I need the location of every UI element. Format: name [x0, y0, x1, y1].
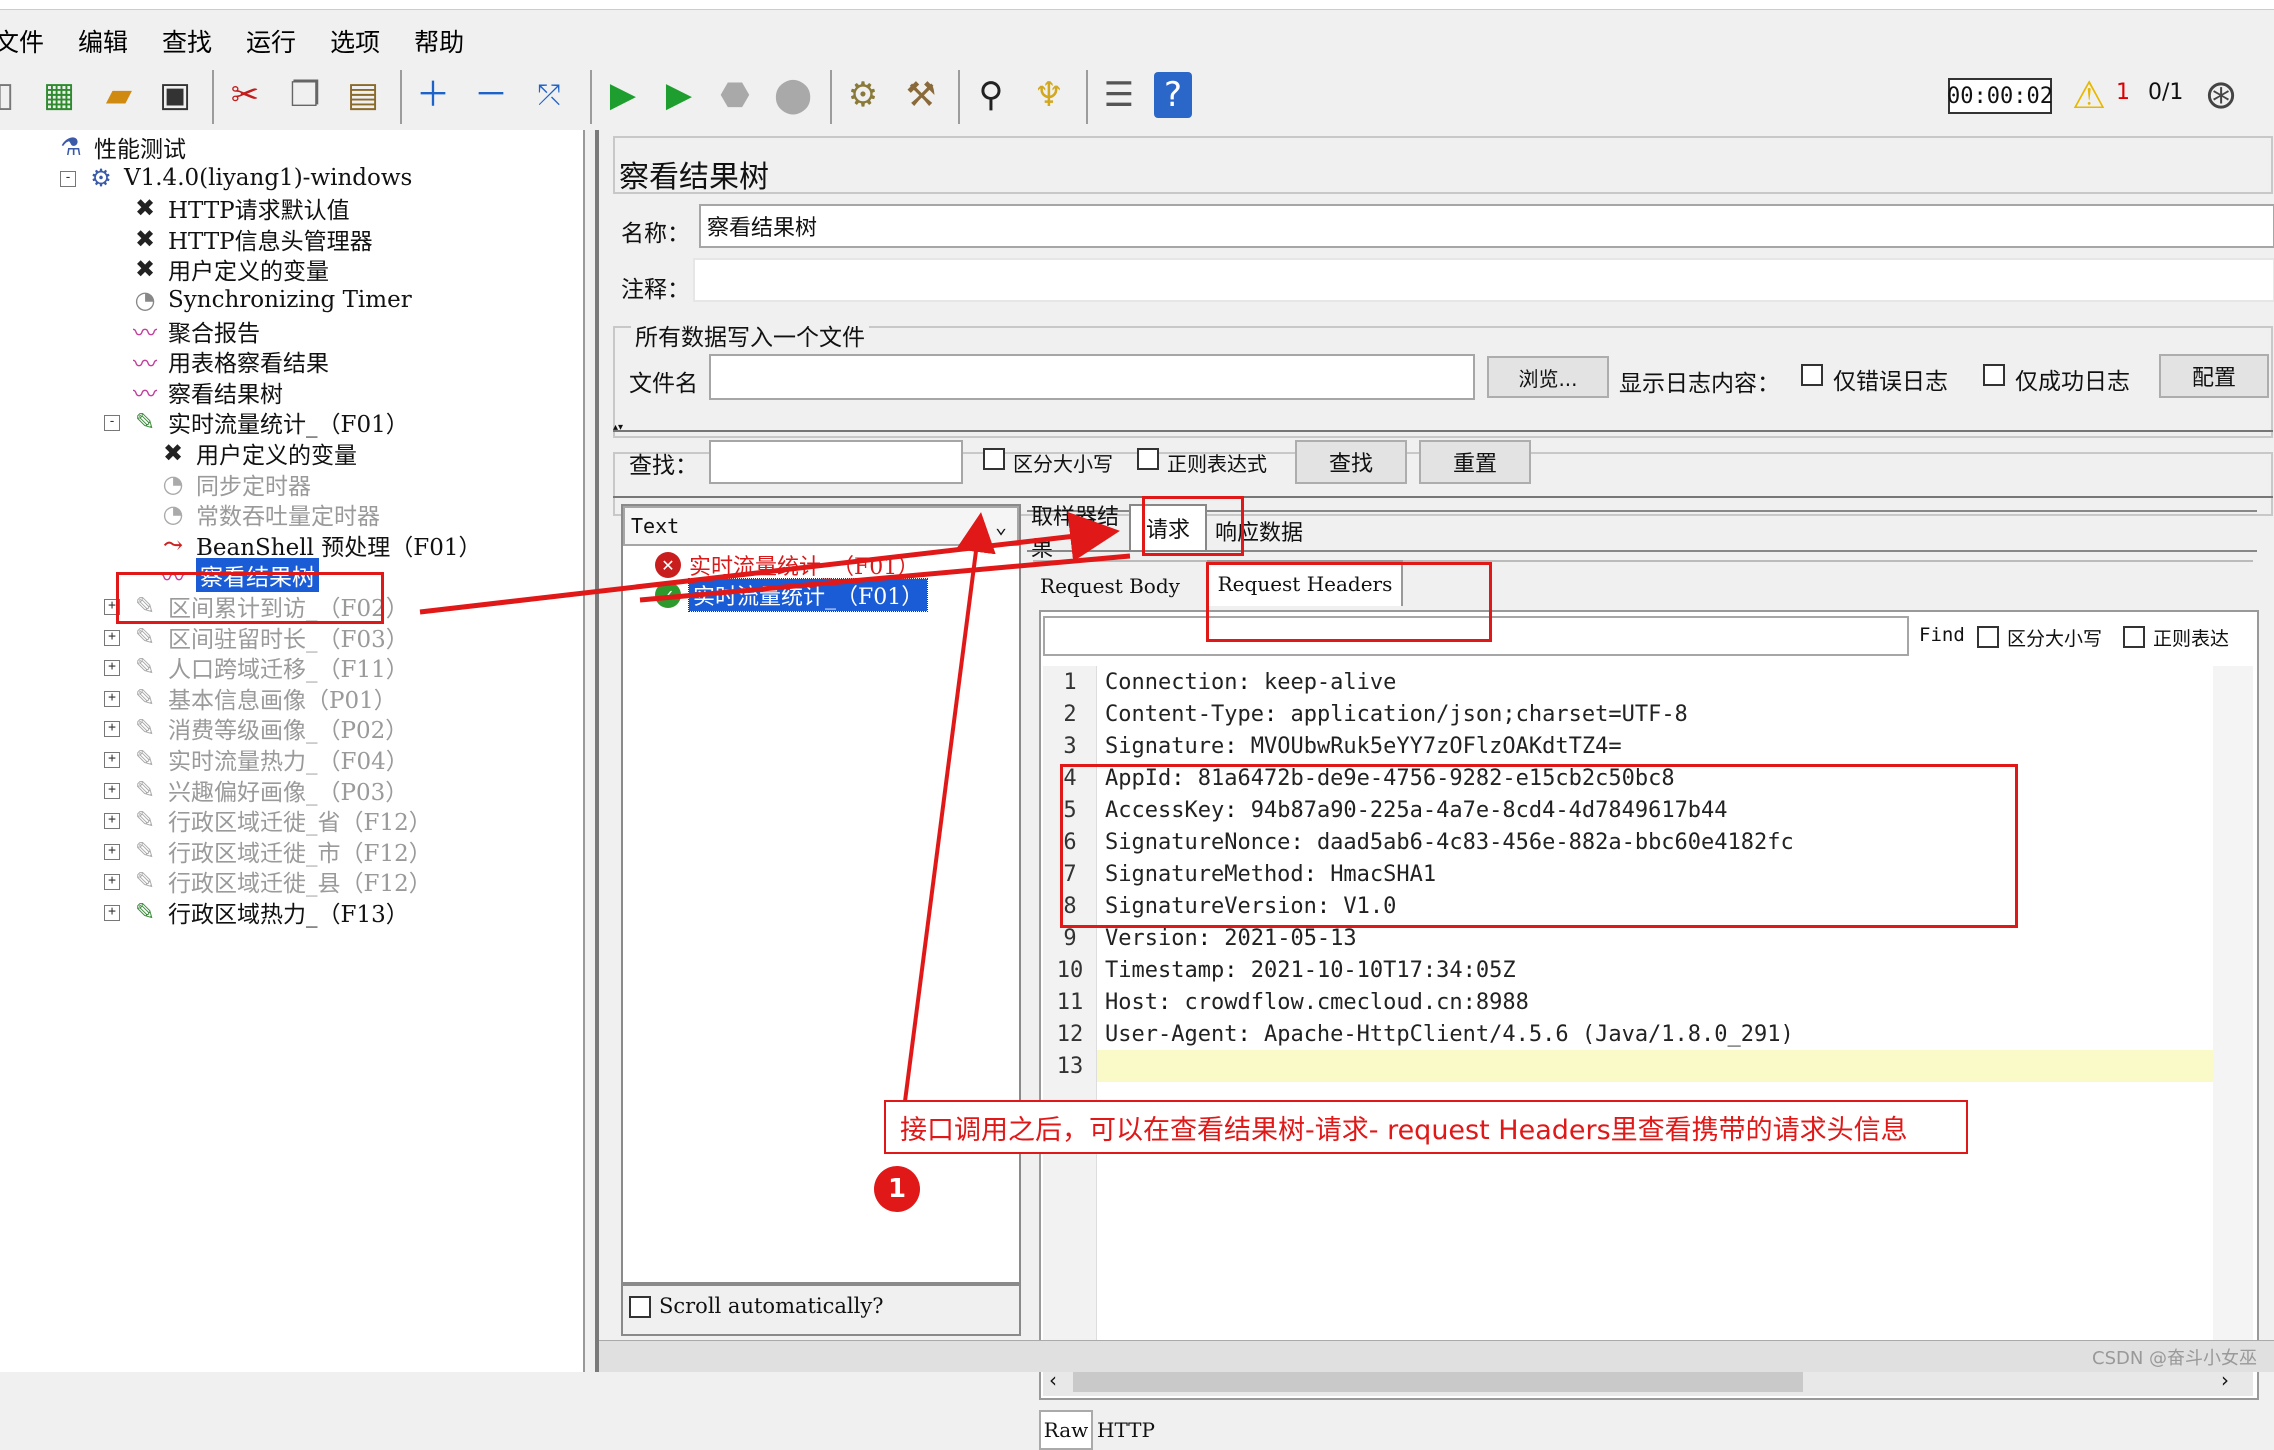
watermark: CSDN @奋斗小女巫	[2092, 1348, 2258, 1369]
annotation-arrows	[419, 511, 1131, 1141]
tab-raw[interactable]: Raw	[1039, 1410, 1093, 1450]
arrow-from-note	[898, 512, 996, 1141]
arrow-to-request-tab	[419, 511, 1120, 615]
tab-http[interactable]: HTTP	[1095, 1410, 1157, 1450]
annotation-badge: 1	[874, 1166, 920, 1212]
annotation-note: 接口调用之后，可以在查看结果树-请求- request Headers里查看携带…	[884, 1100, 1968, 1154]
